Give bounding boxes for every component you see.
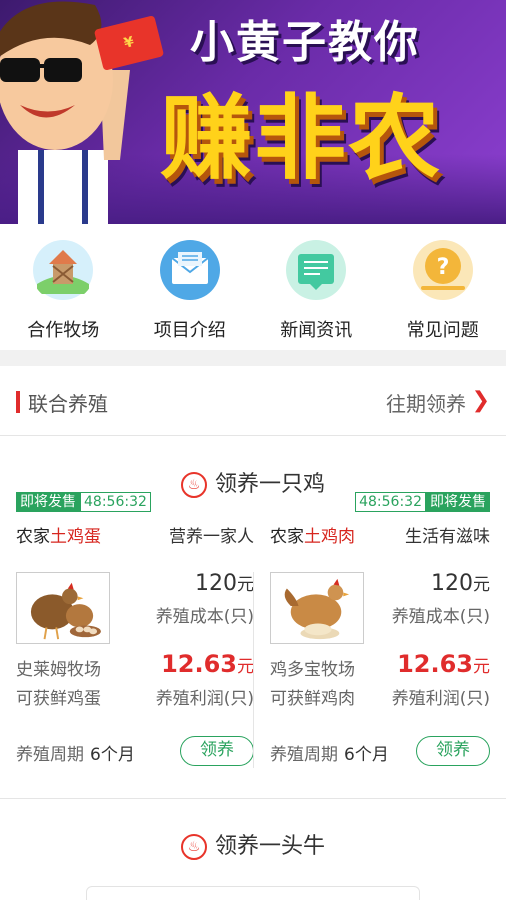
product-name: 农家土鸡蛋 [16, 522, 101, 547]
cost-label: 养殖成本(只) [155, 607, 254, 627]
nav-label: 合作牧场 [27, 320, 100, 341]
profit-unit: 元 [473, 657, 490, 677]
period-value: 6个月 [90, 745, 135, 765]
section-separator [0, 350, 506, 366]
countdown-timer: 48:56:32 [80, 492, 151, 512]
nav-item-faq[interactable]: ? 常见问题 [380, 224, 506, 350]
period-label: 养殖周期 [270, 745, 338, 765]
section-accent-bar [16, 391, 20, 413]
adoption-card-meat[interactable]: 48:56:32 即将发售 农家土鸡肉 生活有滋味 120元 养殖成本(只) 鸡… [270, 492, 490, 782]
farm-name: 史莱姆牧场 [16, 660, 101, 680]
product-name-highlight: 土鸡蛋 [50, 527, 101, 547]
cost-price-value: 120 [195, 571, 237, 596]
quick-nav: 合作牧场 项目介绍 新闻资讯 ? 常见问题 [0, 224, 506, 350]
question-icon: ? [412, 240, 473, 300]
countdown-timer: 48:56:32 [355, 492, 426, 512]
product-slogan: 营养一家人 [169, 527, 254, 547]
sale-tag: 48:56:32 即将发售 [355, 492, 490, 512]
product-slogan: 生活有滋味 [405, 527, 490, 547]
product-name-prefix: 农家 [270, 527, 304, 547]
cost-price: 120元 [431, 570, 490, 596]
promo-banner[interactable]: ¥ 小黄子教你 赚非农 [0, 0, 506, 224]
banner-title-line1: 小黄子教你 [190, 17, 420, 68]
period-value: 6个月 [344, 745, 389, 765]
profit-value: 12.63元 [161, 650, 254, 678]
cost-price-value: 120 [431, 571, 473, 596]
product-name-prefix: 农家 [16, 527, 50, 547]
nav-label: 项目介绍 [153, 320, 226, 341]
nav-label: 常见问题 [406, 320, 479, 341]
profit-number: 12.63 [161, 650, 237, 678]
profit-unit: 元 [237, 657, 254, 677]
flame-icon: ♨ [180, 834, 207, 860]
breeding-period: 养殖周期 6个月 [16, 740, 135, 765]
mail-icon [159, 240, 220, 300]
period-label: 养殖周期 [16, 745, 84, 765]
sale-status: 即将发售 [426, 492, 490, 512]
breeding-period: 养殖周期 6个月 [270, 740, 389, 765]
nav-item-news[interactable]: 新闻资讯 [253, 224, 380, 350]
adopt-button[interactable]: 领养 [180, 736, 254, 766]
cost-price-unit: 元 [473, 575, 490, 595]
section-title: 联合养殖 [28, 392, 108, 416]
product-name-highlight: 土鸡肉 [304, 527, 355, 547]
block-divider [0, 798, 506, 799]
adopt-button[interactable]: 领养 [416, 736, 490, 766]
profit-value: 12.63元 [397, 650, 490, 678]
sale-tag: 即将发售 48:56:32 [16, 492, 151, 512]
cost-label: 养殖成本(只) [391, 607, 490, 627]
sale-status: 即将发售 [16, 492, 80, 512]
cow-block-title-text: 领养一头牛 [214, 834, 325, 859]
ranch-icon [33, 240, 94, 300]
farm-name: 鸡多宝牧场 [270, 660, 355, 680]
profit-label: 养殖利润(只) [391, 689, 490, 709]
reward-text: 可获鲜鸡蛋 [16, 689, 101, 709]
nav-label: 新闻资讯 [280, 320, 353, 341]
cow-block-title: ♨ 领养一头牛 [0, 828, 506, 860]
card-divider [253, 572, 254, 768]
cow-card-partial[interactable] [86, 886, 420, 900]
banner-title-line2: 赚非农 [160, 85, 443, 192]
section-header: 联合养殖 往期领养 ❯ [0, 366, 506, 436]
profit-label: 养殖利润(只) [155, 689, 254, 709]
svg-text:?: ? [436, 255, 449, 280]
nav-item-project[interactable]: 项目介绍 [127, 224, 254, 350]
past-adoptions-link[interactable]: 往期领养 [386, 388, 466, 417]
cost-price-unit: 元 [237, 575, 254, 595]
hen-with-eggs-image [16, 572, 110, 644]
hen-image [270, 572, 364, 644]
nav-item-ranch[interactable]: 合作牧场 [0, 224, 127, 350]
adoption-card-egg[interactable]: 即将发售 48:56:32 农家土鸡蛋 营养一家人 120元 养殖成本(只) 史… [16, 492, 254, 782]
news-icon [286, 240, 347, 300]
cost-price: 120元 [195, 570, 254, 596]
profit-number: 12.63 [397, 650, 473, 678]
reward-text: 可获鲜鸡肉 [270, 689, 355, 709]
chevron-right-icon[interactable]: ❯ [472, 388, 490, 413]
product-name: 农家土鸡肉 [270, 522, 355, 547]
